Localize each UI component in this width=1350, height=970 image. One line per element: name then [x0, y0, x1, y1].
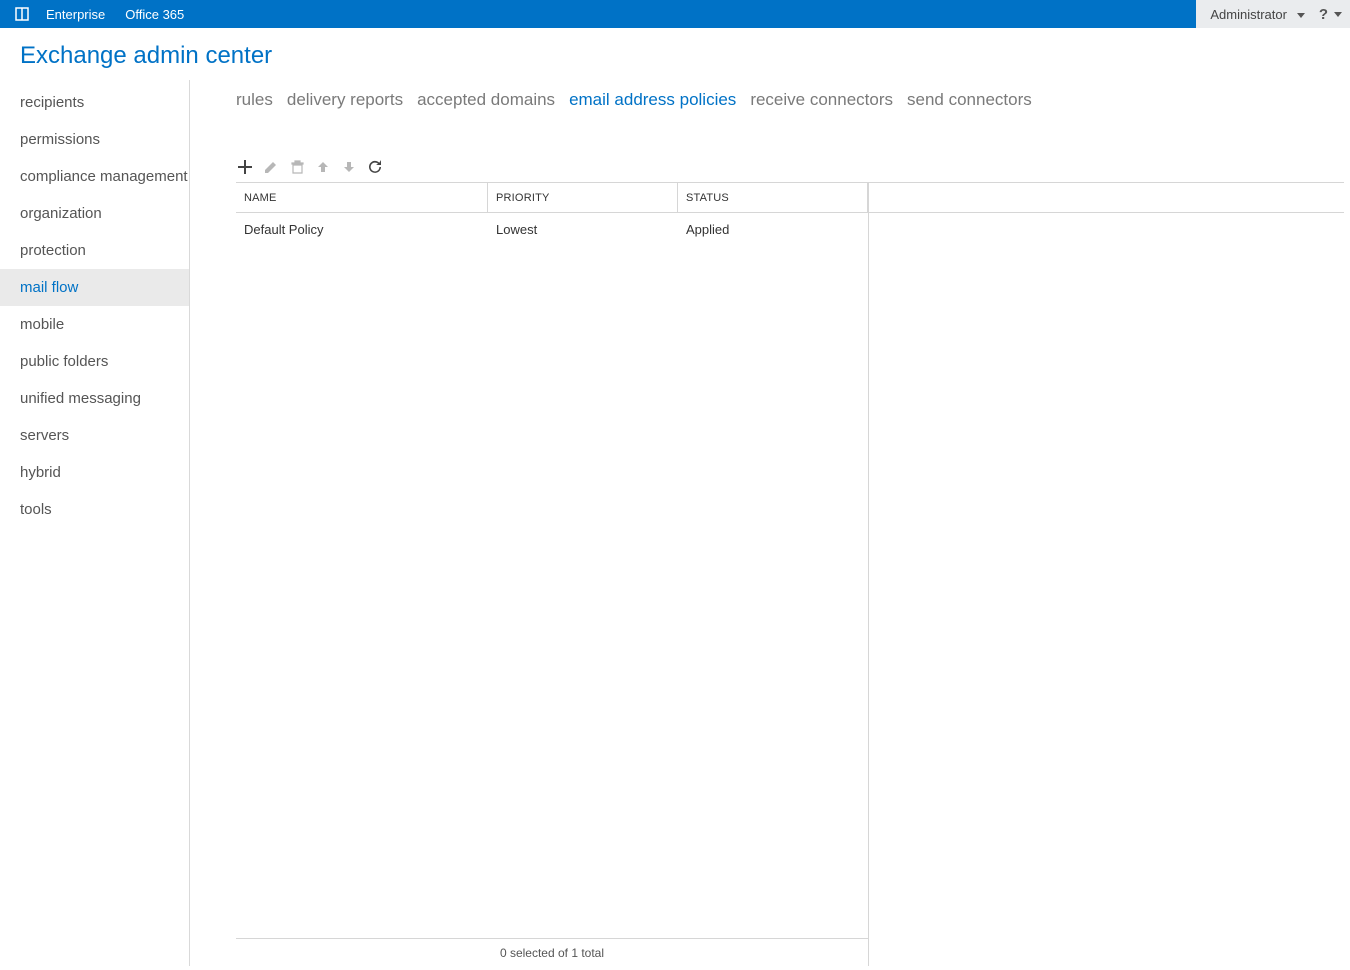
- sidebar-item-hybrid[interactable]: hybrid: [0, 454, 189, 491]
- cell-filler: [868, 213, 1344, 245]
- move-up-button[interactable]: [314, 158, 332, 176]
- sidebar-item-recipients[interactable]: recipients: [0, 84, 189, 121]
- tab-receive-connectors[interactable]: receive connectors: [750, 90, 893, 110]
- sidebar-item-unified-messaging[interactable]: unified messaging: [0, 380, 189, 417]
- column-header-status[interactable]: STATUS: [678, 183, 868, 212]
- plus-icon: [238, 160, 252, 174]
- column-header-priority[interactable]: PRIORITY: [488, 183, 678, 212]
- tab-accepted-domains[interactable]: accepted domains: [417, 90, 555, 110]
- user-label: Administrator: [1210, 7, 1287, 22]
- sidebar-item-mobile[interactable]: mobile: [0, 306, 189, 343]
- column-header-name[interactable]: NAME: [236, 183, 488, 212]
- trash-icon: [291, 160, 304, 174]
- table-body: Default Policy Lowest Applied: [236, 213, 1344, 938]
- add-button[interactable]: [236, 158, 254, 176]
- refresh-icon: [368, 160, 382, 174]
- topbar: Enterprise Office 365 Administrator ?: [0, 0, 1350, 28]
- page-title: Exchange admin center: [0, 28, 1350, 80]
- cell-status: Applied: [678, 213, 868, 245]
- sidebar-item-servers[interactable]: servers: [0, 417, 189, 454]
- user-menu[interactable]: Administrator: [1210, 6, 1304, 22]
- help-icon: ?: [1319, 6, 1328, 23]
- sidebar-item-mail-flow[interactable]: mail flow: [0, 269, 189, 306]
- sidebar-item-compliance-management[interactable]: compliance management: [0, 158, 189, 195]
- sidebar-item-tools[interactable]: tools: [0, 491, 189, 528]
- topbar-user-area: Administrator ?: [1196, 0, 1350, 28]
- app-launcher-icon[interactable]: [8, 0, 36, 28]
- subnav-tabs: rules delivery reports accepted domains …: [236, 80, 1350, 110]
- sidebar-item-protection[interactable]: protection: [0, 232, 189, 269]
- topbar-link-office365[interactable]: Office 365: [115, 0, 194, 28]
- sidebar: recipients permissions compliance manage…: [0, 80, 190, 966]
- help-menu[interactable]: ?: [1319, 6, 1342, 23]
- refresh-button[interactable]: [366, 158, 384, 176]
- tab-send-connectors[interactable]: send connectors: [907, 90, 1032, 110]
- move-down-button[interactable]: [340, 158, 358, 176]
- cell-priority: Lowest: [488, 213, 678, 245]
- pencil-icon: [264, 160, 278, 174]
- table-row[interactable]: Default Policy Lowest Applied: [236, 213, 1344, 245]
- topbar-link-enterprise[interactable]: Enterprise: [36, 0, 115, 28]
- column-header-filler: [868, 183, 1344, 212]
- arrow-up-icon: [316, 160, 330, 174]
- arrow-down-icon: [342, 160, 356, 174]
- cell-name: Default Policy: [236, 213, 488, 245]
- table-footer: 0 selected of 1 total: [236, 938, 868, 966]
- details-pane-separator: [868, 183, 869, 966]
- sidebar-item-permissions[interactable]: permissions: [0, 121, 189, 158]
- policy-table: NAME PRIORITY STATUS Default Policy Lowe…: [236, 182, 1344, 966]
- sidebar-item-organization[interactable]: organization: [0, 195, 189, 232]
- tab-delivery-reports[interactable]: delivery reports: [287, 90, 403, 110]
- tab-rules[interactable]: rules: [236, 90, 273, 110]
- sidebar-item-public-folders[interactable]: public folders: [0, 343, 189, 380]
- toolbar: [236, 158, 1350, 182]
- tab-email-address-policies[interactable]: email address policies: [569, 90, 736, 110]
- edit-button[interactable]: [262, 158, 280, 176]
- topbar-left: Enterprise Office 365: [0, 0, 194, 28]
- main-content: rules delivery reports accepted domains …: [190, 80, 1350, 966]
- main-layout: recipients permissions compliance manage…: [0, 80, 1350, 966]
- delete-button[interactable]: [288, 158, 306, 176]
- chevron-down-icon: [1297, 13, 1305, 18]
- chevron-down-icon: [1334, 12, 1342, 17]
- table-header: NAME PRIORITY STATUS: [236, 183, 1344, 213]
